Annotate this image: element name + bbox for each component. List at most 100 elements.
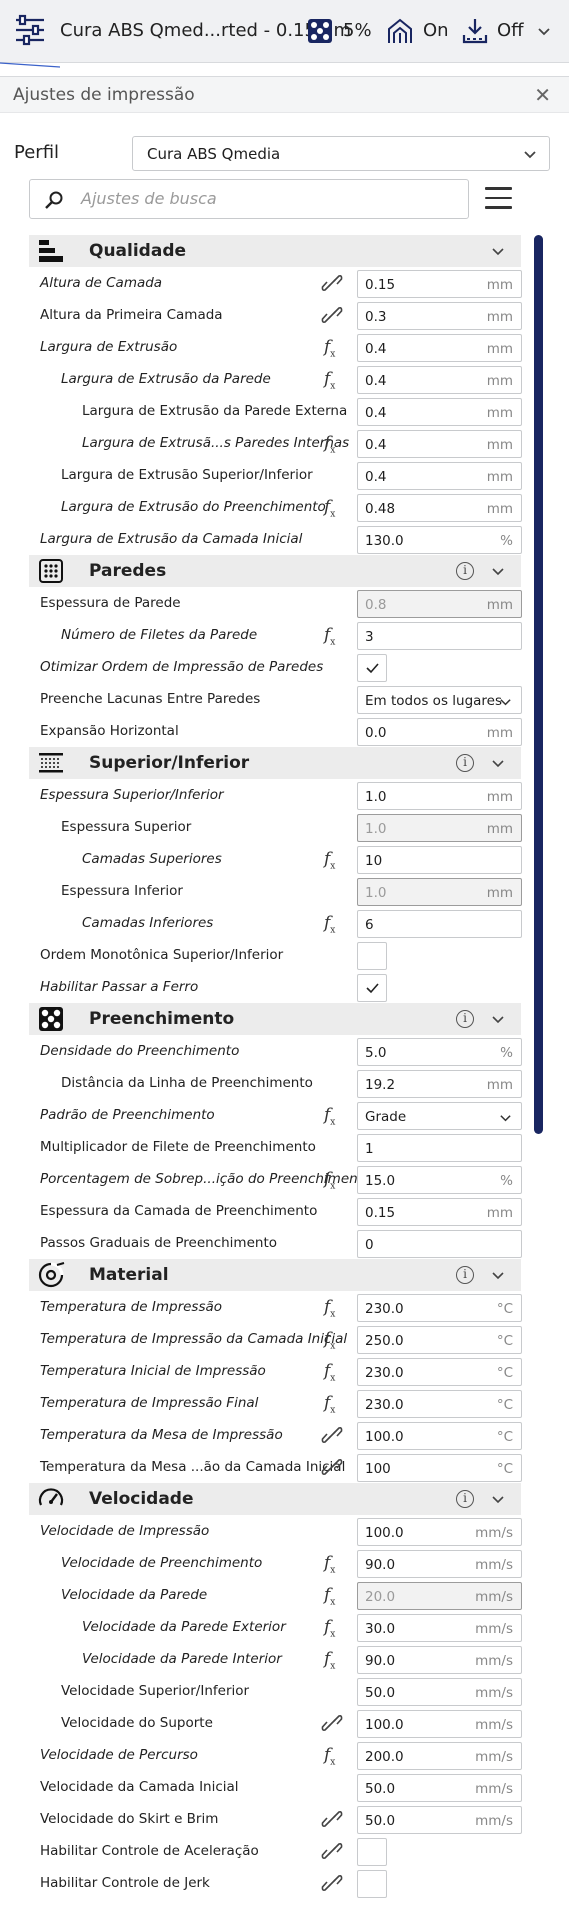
function-icon: fx: [324, 369, 336, 392]
setting-checkbox[interactable]: [357, 942, 387, 970]
link-icon: [321, 274, 343, 292]
setting-value-field[interactable]: 100 °C: [357, 1454, 522, 1482]
close-icon[interactable]: ✕: [534, 83, 551, 107]
infill-value[interactable]: 5%: [343, 20, 372, 41]
setting-value-field[interactable]: 6: [357, 910, 522, 938]
category-header[interactable]: Preenchimento i: [29, 1003, 521, 1035]
setting-value-field[interactable]: 1.0 mm: [357, 878, 522, 906]
chevron-down-icon[interactable]: [491, 1268, 505, 1282]
print-setup-icon[interactable]: [14, 14, 46, 46]
category-row: Paredes i: [0, 555, 530, 587]
setting-value-field[interactable]: 0.4 mm: [357, 334, 522, 362]
setting-value-field[interactable]: 90.0 mm/s: [357, 1550, 522, 1578]
setting-label: Espessura Superior/Inferior: [40, 787, 224, 803]
setting-label: Expansão Horizontal: [40, 723, 179, 739]
setting-value-field[interactable]: 0.4 mm: [357, 398, 522, 426]
setting-checkbox[interactable]: [357, 1870, 387, 1898]
category-row: Qualidade: [0, 235, 530, 267]
setting-value-field[interactable]: 1.0 mm: [357, 782, 522, 810]
category-header[interactable]: Paredes i: [29, 555, 521, 587]
chevron-down-icon[interactable]: [491, 1012, 505, 1026]
setting-row: Velocidade da Parede Exterior fx 30.0 mm/s: [0, 1611, 530, 1643]
scrollbar-thumb[interactable]: [534, 235, 543, 1134]
setting-value-field[interactable]: 50.0 mm/s: [357, 1774, 522, 1802]
field-unit: mm: [486, 821, 513, 837]
support-value[interactable]: On: [423, 20, 449, 41]
setting-value-field[interactable]: 3: [357, 622, 522, 650]
search-input[interactable]: Ajustes de busca: [29, 179, 469, 219]
setting-value-field[interactable]: 200.0 mm/s: [357, 1742, 522, 1770]
category-header[interactable]: Qualidade: [29, 235, 521, 267]
field-value: 130.0: [365, 533, 404, 549]
chevron-down-icon[interactable]: [491, 756, 505, 770]
setting-value-field[interactable]: 1: [357, 1134, 522, 1162]
setting-value-field[interactable]: 0.0 mm: [357, 718, 522, 746]
chevron-down-icon[interactable]: [491, 564, 505, 578]
info-icon[interactable]: i: [456, 562, 474, 580]
setting-value-field[interactable]: 50.0 mm/s: [357, 1806, 522, 1834]
setting-value-field[interactable]: 0.3 mm: [357, 302, 522, 330]
category-header[interactable]: Superior/Inferior i: [29, 747, 521, 779]
setting-value-field[interactable]: 230.0 °C: [357, 1390, 522, 1418]
setting-checkbox[interactable]: [357, 654, 387, 682]
setting-value-field[interactable]: 0: [357, 1230, 522, 1258]
info-icon[interactable]: i: [456, 1010, 474, 1028]
field-value: 0.4: [365, 469, 387, 485]
setting-value-field[interactable]: 0.15 mm: [357, 270, 522, 298]
setting-row: Largura de Extrusão da Parede fx 0.4 mm: [0, 363, 530, 395]
setting-value-field[interactable]: 19.2 mm: [357, 1070, 522, 1098]
setting-value-field[interactable]: 5.0%: [357, 1038, 522, 1066]
setting-value-field[interactable]: 250.0 °C: [357, 1326, 522, 1354]
setting-value-field[interactable]: 0.4 mm: [357, 462, 522, 490]
setting-value-field[interactable]: 0.8 mm: [357, 590, 522, 618]
setting-checkbox[interactable]: [357, 974, 387, 1002]
setting-dropdown[interactable]: Grade: [357, 1102, 522, 1130]
chevron-down-icon[interactable]: [537, 24, 551, 43]
setting-checkbox[interactable]: [357, 1838, 387, 1866]
profile-select[interactable]: Cura ABS Qmedia: [132, 136, 550, 171]
category-label: Superior/Inferior: [89, 753, 250, 773]
setting-value-field[interactable]: 0.4 mm: [357, 366, 522, 394]
chevron-down-icon[interactable]: [491, 244, 505, 258]
setting-value-field[interactable]: 230.0 °C: [357, 1294, 522, 1322]
setting-value-field[interactable]: 230.0 °C: [357, 1358, 522, 1386]
field-unit: mm: [486, 373, 513, 389]
setting-value-field[interactable]: 20.0 mm/s: [357, 1582, 522, 1610]
field-value: 30.0: [365, 1621, 396, 1637]
info-icon[interactable]: i: [456, 1266, 474, 1284]
category-header[interactable]: Velocidade i: [29, 1483, 521, 1515]
function-icon: fx: [324, 1297, 336, 1320]
setting-value-field[interactable]: 130.0%: [357, 526, 522, 554]
setting-label: Espessura de Parede: [40, 595, 181, 611]
chevron-down-icon[interactable]: [491, 1492, 505, 1506]
setting-row: Densidade do Preenchimento 5.0%: [0, 1035, 530, 1067]
dropdown-value: Grade: [365, 1109, 407, 1125]
setting-value-field[interactable]: 0.4 mm: [357, 430, 522, 458]
setting-value-field[interactable]: 30.0 mm/s: [357, 1614, 522, 1642]
setting-value-field[interactable]: 100.0 mm/s: [357, 1710, 522, 1738]
setting-value-field[interactable]: 100.0 mm/s: [357, 1518, 522, 1546]
setting-label: Temperatura de Impressão: [40, 1299, 223, 1315]
setting-label: Ordem Monotônica Superior/Inferior: [40, 947, 284, 963]
dropdown-value: Em todos os lugares: [365, 693, 503, 709]
function-icon: fx: [324, 1393, 336, 1416]
category-header[interactable]: Material i: [29, 1259, 521, 1291]
setting-value-field[interactable]: 1.0 mm: [357, 814, 522, 842]
setting-value-field[interactable]: 15.0%: [357, 1166, 522, 1194]
setting-value-field[interactable]: 90.0 mm/s: [357, 1646, 522, 1674]
setting-row: Espessura Superior/Inferior 1.0 mm: [0, 779, 530, 811]
setting-label: Habilitar Controle de Jerk: [40, 1875, 210, 1891]
setting-value-field[interactable]: 50.0 mm/s: [357, 1678, 522, 1706]
info-icon[interactable]: i: [456, 754, 474, 772]
field-value: 1: [365, 1141, 374, 1157]
infill-icon: [307, 18, 333, 48]
info-icon[interactable]: i: [456, 1490, 474, 1508]
setting-value-field[interactable]: 0.15 mm: [357, 1198, 522, 1226]
adhesion-value[interactable]: Off: [497, 20, 524, 41]
setting-label: Camadas Superiores: [82, 851, 222, 867]
setting-value-field[interactable]: 10: [357, 846, 522, 874]
setting-value-field[interactable]: 100.0 °C: [357, 1422, 522, 1450]
setting-dropdown[interactable]: Em todos os lugares: [357, 686, 522, 714]
settings-visibility-menu-icon[interactable]: [485, 187, 512, 211]
setting-value-field[interactable]: 0.48 mm: [357, 494, 522, 522]
